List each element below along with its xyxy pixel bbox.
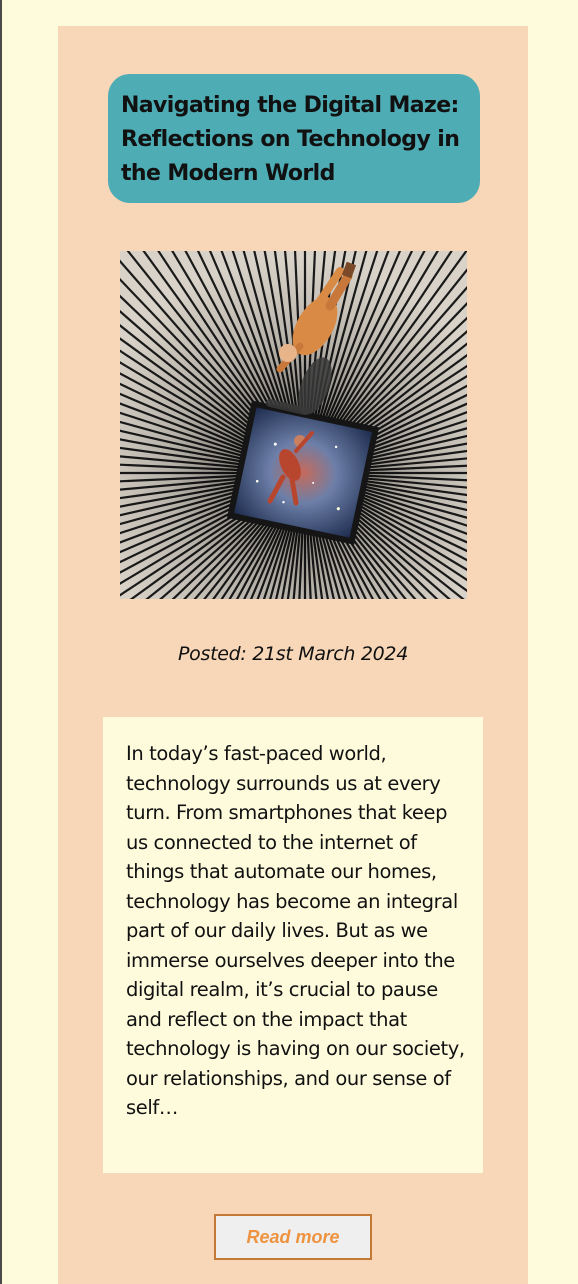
post-date: Posted: 21st March 2024	[177, 643, 409, 665]
title-banner: Navigating the Digital Maze: Reflections…	[108, 74, 480, 203]
post-excerpt: In today’s fast-paced world, technology …	[126, 742, 465, 1119]
excerpt-panel: In today’s fast-paced world, technology …	[103, 717, 483, 1173]
tunnel-illustration	[120, 251, 467, 599]
blog-post-card: Navigating the Digital Maze: Reflections…	[58, 26, 528, 1284]
read-more-button[interactable]: Read more	[214, 1214, 372, 1260]
post-image	[120, 251, 467, 599]
post-title: Navigating the Digital Maze: Reflections…	[121, 93, 460, 186]
